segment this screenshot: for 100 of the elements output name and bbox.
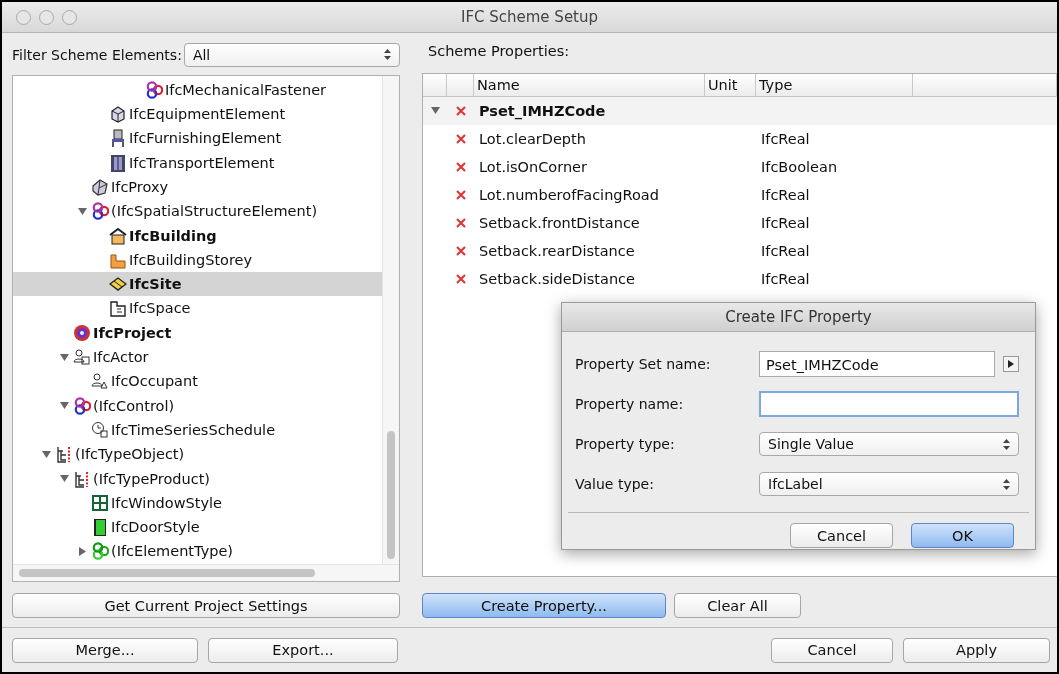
tree-item[interactable]: IfcActor xyxy=(13,344,382,370)
tree-item[interactable]: IfcSpace xyxy=(13,296,382,321)
field-label: Value type: xyxy=(575,476,655,492)
project-icon xyxy=(73,323,91,342)
text-field[interactable] xyxy=(759,391,1019,417)
item-label: IfcTransportElement xyxy=(129,154,275,171)
door-icon xyxy=(91,518,109,537)
people-icon xyxy=(91,372,109,391)
tree-item[interactable]: IfcProxy xyxy=(13,174,382,200)
expanded-triangle-icon[interactable] xyxy=(60,401,69,411)
action-button[interactable]: Create Property... xyxy=(422,593,666,618)
clover-icon xyxy=(91,542,109,561)
dropdown[interactable]: Single Value xyxy=(759,432,1019,456)
tree-item[interactable]: IfcMechanicalFastener xyxy=(13,77,382,102)
triangle-icon xyxy=(1008,360,1014,368)
column-header[interactable]: Type xyxy=(756,73,913,96)
table-cell-text: Lot.clearDepth xyxy=(478,130,587,147)
knot-icon xyxy=(73,396,91,415)
action-button[interactable]: Clear All xyxy=(674,593,801,618)
delete-icon[interactable] xyxy=(455,273,466,284)
tree-item[interactable]: IfcFurnishingElement xyxy=(13,126,382,151)
dialog-button[interactable]: Cancel xyxy=(790,523,893,548)
item-label: IfcDoorStyle xyxy=(111,519,200,536)
item-label: IfcBuildingStorey xyxy=(129,251,253,268)
text-field[interactable]: Pset_IMHZCode xyxy=(759,351,995,377)
item-label: IfcProject xyxy=(93,324,172,341)
tree-item[interactable]: (IfcElementType) xyxy=(13,539,382,564)
tree-item[interactable]: IfcBuildingStorey xyxy=(13,247,382,272)
delete-icon[interactable] xyxy=(455,189,466,200)
item-label: (IfcSpatialStructureElement) xyxy=(111,203,318,220)
knot-icon xyxy=(145,80,163,99)
item-label: (IfcTypeObject) xyxy=(75,446,185,463)
people-icon xyxy=(73,348,91,367)
action-button[interactable]: Apply xyxy=(903,637,1050,663)
field-label: Property Set name: xyxy=(575,356,712,372)
field-label: Property name: xyxy=(575,396,685,412)
expanded-triangle-icon[interactable] xyxy=(78,206,87,216)
tree-item[interactable]: IfcOccupant xyxy=(13,369,382,394)
site-plot-icon xyxy=(109,275,127,294)
tree-item[interactable]: (IfcControl) xyxy=(13,393,382,418)
vertical-scrollbar[interactable] xyxy=(382,75,399,564)
delete-icon[interactable] xyxy=(455,105,466,116)
item-label: IfcWindowStyle xyxy=(111,494,222,511)
type-tree-icon xyxy=(73,469,91,488)
column-header[interactable]: Name xyxy=(474,73,705,96)
tree-item[interactable]: (IfcTypeObject) xyxy=(13,442,382,467)
action-button[interactable]: Cancel xyxy=(771,637,893,663)
field-label: Property type: xyxy=(575,436,676,452)
clock-icon xyxy=(91,420,109,439)
delete-icon[interactable] xyxy=(455,245,466,256)
window-title: IFC Scheme Setup xyxy=(460,8,599,26)
tree-item[interactable]: IfcProject xyxy=(13,320,382,345)
table-cell-text: Setback.frontDistance xyxy=(478,214,641,231)
tree-item[interactable]: IfcDoorStyle xyxy=(13,515,382,540)
tree-item[interactable]: IfcWindowStyle xyxy=(13,490,382,515)
horizontal-scrollbar[interactable] xyxy=(13,564,399,581)
item-label: (IfcElementType) xyxy=(111,543,233,560)
table-cell-text: Setback.sideDistance xyxy=(478,270,636,287)
window-icon xyxy=(91,493,109,512)
table-cell-text: IfcReal xyxy=(760,242,811,259)
expanded-triangle-icon[interactable] xyxy=(60,474,69,484)
tree-item[interactable]: IfcEquipmentElement xyxy=(13,101,382,127)
item-label: IfcSite xyxy=(129,276,182,293)
table-cell-text: IfcReal xyxy=(760,270,811,287)
project-settings-button[interactable]: Get Current Project Settings xyxy=(12,593,400,618)
item-label: IfcMechanicalFastener xyxy=(165,81,327,98)
tree-item[interactable]: IfcBuilding xyxy=(13,223,382,248)
tree-item[interactable]: (IfcSpatialStructureElement) xyxy=(13,199,382,224)
group-row[interactable]: Pset_IMHZCode xyxy=(423,96,1057,125)
menu-button[interactable] xyxy=(1003,356,1019,372)
table-cell-text: IfcBoolean xyxy=(760,158,839,175)
item-label: IfcOccupant xyxy=(111,373,198,390)
tree-item[interactable]: IfcTransportElement xyxy=(13,150,382,175)
action-button[interactable]: Export... xyxy=(208,637,398,663)
table-cell-text: IfcReal xyxy=(760,130,811,147)
column-header[interactable]: Unit xyxy=(705,73,756,96)
item-label: (IfcTypeProduct) xyxy=(93,470,211,487)
item-label: IfcEquipmentElement xyxy=(129,106,286,123)
cube-icon xyxy=(91,177,109,196)
filter-select[interactable]: All xyxy=(183,42,400,67)
stepper-arrows-icon xyxy=(1003,438,1010,450)
expanded-triangle-icon[interactable] xyxy=(60,352,69,362)
collapsed-triangle-icon[interactable] xyxy=(78,546,87,556)
elevator-icon xyxy=(109,153,127,172)
item-label: IfcBuilding xyxy=(129,227,217,244)
delete-icon[interactable] xyxy=(455,133,466,144)
delete-icon[interactable] xyxy=(455,217,466,228)
dialog-title: Create IFC Property xyxy=(725,308,872,326)
expanded-triangle-icon[interactable] xyxy=(430,106,440,116)
delete-icon[interactable] xyxy=(455,161,466,172)
tree-item[interactable]: IfcTimeSeriesSchedule xyxy=(13,417,382,443)
chair-icon xyxy=(109,129,127,148)
dropdown[interactable]: IfcLabel xyxy=(759,472,1019,496)
action-button[interactable]: Merge... xyxy=(12,637,198,663)
tree-item[interactable]: IfcSite xyxy=(13,272,382,297)
item-label: (IfcControl) xyxy=(93,397,175,414)
tree-item[interactable]: (IfcTypeProduct) xyxy=(13,466,382,491)
dialog-button[interactable]: OK xyxy=(911,523,1014,548)
expanded-triangle-icon[interactable] xyxy=(42,449,51,459)
table-cell-text: IfcReal xyxy=(760,214,811,231)
